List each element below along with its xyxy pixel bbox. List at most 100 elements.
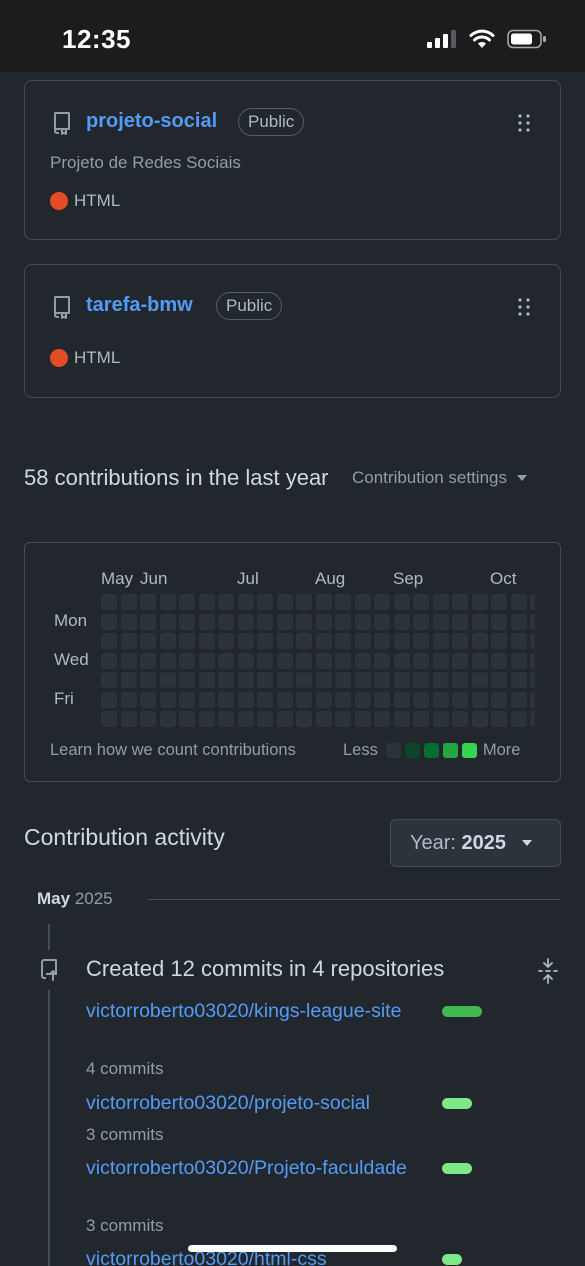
contribution-day-cell[interactable] bbox=[257, 594, 273, 610]
contribution-day-cell[interactable] bbox=[432, 594, 449, 610]
contribution-day-cell[interactable] bbox=[374, 672, 390, 688]
contribution-day-cell[interactable] bbox=[257, 691, 273, 708]
contribution-day-cell[interactable] bbox=[315, 652, 332, 669]
contribution-day-cell[interactable] bbox=[471, 594, 488, 610]
contribution-day-cell[interactable] bbox=[510, 633, 527, 649]
contribution-day-cell[interactable] bbox=[374, 711, 390, 727]
contribution-day-cell[interactable] bbox=[159, 594, 176, 610]
contribution-day-cell[interactable] bbox=[315, 633, 332, 649]
contribution-day-cell[interactable] bbox=[510, 711, 527, 727]
contribution-day-cell[interactable] bbox=[530, 613, 535, 630]
fold-icon[interactable] bbox=[538, 958, 558, 984]
contribution-day-cell[interactable] bbox=[393, 652, 410, 669]
contribution-day-cell[interactable] bbox=[374, 691, 390, 708]
contribution-day-cell[interactable] bbox=[218, 633, 234, 649]
contribution-day-cell[interactable] bbox=[510, 691, 527, 708]
contribution-day-cell[interactable] bbox=[530, 633, 535, 649]
contribution-day-cell[interactable] bbox=[159, 672, 176, 688]
contribution-day-cell[interactable] bbox=[491, 672, 507, 688]
contribution-day-cell[interactable] bbox=[159, 613, 176, 630]
contribution-day-cell[interactable] bbox=[218, 691, 234, 708]
contribution-day-cell[interactable] bbox=[237, 691, 254, 708]
contribution-day-cell[interactable] bbox=[296, 633, 312, 649]
contribution-day-cell[interactable] bbox=[276, 652, 293, 669]
contribution-day-cell[interactable] bbox=[198, 633, 215, 649]
contribution-day-cell[interactable] bbox=[296, 652, 312, 669]
contribution-day-cell[interactable] bbox=[452, 672, 468, 688]
contribution-day-cell[interactable] bbox=[218, 613, 234, 630]
contribution-day-cell[interactable] bbox=[452, 613, 468, 630]
contribution-day-cell[interactable] bbox=[179, 652, 195, 669]
contribution-day-cell[interactable] bbox=[452, 691, 468, 708]
repo-title-link[interactable]: projeto-social bbox=[86, 110, 217, 133]
contribution-day-cell[interactable] bbox=[140, 672, 156, 688]
contribution-day-cell[interactable] bbox=[354, 691, 371, 708]
contribution-day-cell[interactable] bbox=[491, 613, 507, 630]
contribution-day-cell[interactable] bbox=[198, 652, 215, 669]
contribution-day-cell[interactable] bbox=[315, 594, 332, 610]
contribution-day-cell[interactable] bbox=[237, 613, 254, 630]
contribution-day-cell[interactable] bbox=[471, 633, 488, 649]
contribution-day-cell[interactable] bbox=[335, 633, 351, 649]
contribution-day-cell[interactable] bbox=[432, 633, 449, 649]
contribution-day-cell[interactable] bbox=[491, 633, 507, 649]
contribution-day-cell[interactable] bbox=[276, 594, 293, 610]
contribution-day-cell[interactable] bbox=[510, 652, 527, 669]
contribution-day-cell[interactable] bbox=[432, 652, 449, 669]
contribution-day-cell[interactable] bbox=[237, 633, 254, 649]
contribution-day-cell[interactable] bbox=[335, 711, 351, 727]
contribution-day-cell[interactable] bbox=[120, 652, 137, 669]
contribution-day-cell[interactable] bbox=[491, 711, 507, 727]
contribution-day-cell[interactable] bbox=[393, 594, 410, 610]
contribution-day-cell[interactable] bbox=[140, 711, 156, 727]
contribution-day-cell[interactable] bbox=[101, 633, 117, 649]
contribution-day-cell[interactable] bbox=[257, 711, 273, 727]
contribution-day-cell[interactable] bbox=[257, 652, 273, 669]
contribution-day-cell[interactable] bbox=[159, 691, 176, 708]
contribution-day-cell[interactable] bbox=[296, 613, 312, 630]
repo-card[interactable]: tarefa-bmw Public HTML bbox=[24, 264, 561, 398]
contribution-day-cell[interactable] bbox=[354, 711, 371, 727]
contribution-day-cell[interactable] bbox=[218, 672, 234, 688]
contribution-day-cell[interactable] bbox=[296, 711, 312, 727]
contribution-day-cell[interactable] bbox=[237, 652, 254, 669]
contribution-day-cell[interactable] bbox=[198, 594, 215, 610]
contribution-day-cell[interactable] bbox=[315, 672, 332, 688]
contribution-day-cell[interactable] bbox=[530, 672, 535, 688]
contribution-day-cell[interactable] bbox=[530, 594, 535, 610]
contribution-day-cell[interactable] bbox=[120, 633, 137, 649]
contribution-day-cell[interactable] bbox=[276, 633, 293, 649]
contribution-day-cell[interactable] bbox=[237, 711, 254, 727]
contribution-day-cell[interactable] bbox=[452, 633, 468, 649]
contribution-day-cell[interactable] bbox=[413, 672, 429, 688]
contribution-day-cell[interactable] bbox=[432, 711, 449, 727]
contribution-day-cell[interactable] bbox=[120, 691, 137, 708]
contribution-day-cell[interactable] bbox=[491, 652, 507, 669]
contribution-day-cell[interactable] bbox=[413, 711, 429, 727]
contribution-day-cell[interactable] bbox=[471, 691, 488, 708]
contribution-day-cell[interactable] bbox=[335, 691, 351, 708]
contribution-day-cell[interactable] bbox=[530, 711, 535, 727]
contribution-day-cell[interactable] bbox=[218, 594, 234, 610]
activity-repo-link[interactable]: victorroberto03020/Projeto-faculdade bbox=[86, 1155, 426, 1181]
contribution-day-cell[interactable] bbox=[432, 691, 449, 708]
contribution-day-cell[interactable] bbox=[510, 613, 527, 630]
contribution-day-cell[interactable] bbox=[276, 691, 293, 708]
contribution-day-cell[interactable] bbox=[393, 672, 410, 688]
contribution-day-cell[interactable] bbox=[101, 672, 117, 688]
contribution-day-cell[interactable] bbox=[393, 691, 410, 708]
contribution-day-cell[interactable] bbox=[491, 594, 507, 610]
contribution-settings-dropdown[interactable]: Contribution settings bbox=[352, 468, 527, 488]
activity-repo-link[interactable]: victorroberto03020/kings-league-site bbox=[86, 998, 426, 1024]
contribution-day-cell[interactable] bbox=[413, 633, 429, 649]
contribution-day-cell[interactable] bbox=[179, 672, 195, 688]
contribution-day-cell[interactable] bbox=[393, 633, 410, 649]
drag-handle-icon[interactable] bbox=[518, 114, 530, 132]
contribution-day-cell[interactable] bbox=[179, 613, 195, 630]
contribution-day-cell[interactable] bbox=[471, 652, 488, 669]
contribution-day-cell[interactable] bbox=[354, 652, 371, 669]
contribution-day-cell[interactable] bbox=[510, 594, 527, 610]
contribution-day-cell[interactable] bbox=[120, 594, 137, 610]
contribution-day-cell[interactable] bbox=[179, 691, 195, 708]
contribution-day-cell[interactable] bbox=[354, 672, 371, 688]
